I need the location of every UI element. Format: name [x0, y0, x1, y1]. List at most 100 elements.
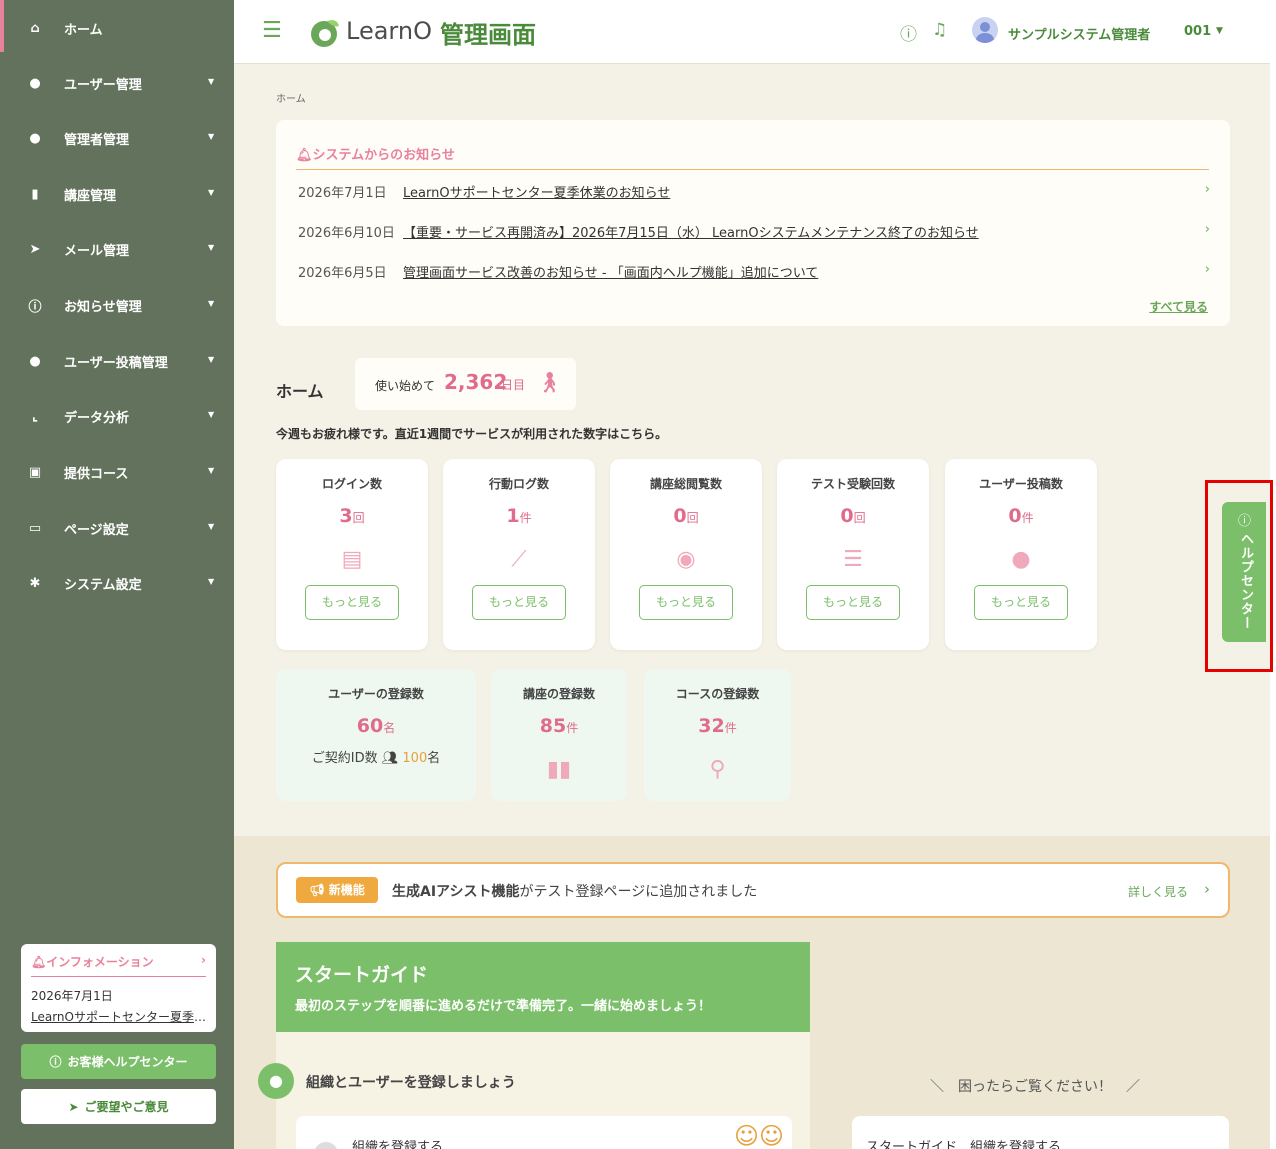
sidebar-item-5[interactable]: ⓘ お知らせ管理 ▼	[0, 277, 234, 333]
admin-icon: ●	[29, 130, 41, 146]
registration-card: ユーザーの登録数 60名 ご契約ID数 👥︎ 100名	[276, 669, 476, 801]
sidebar-item-9[interactable]: ▭ ページ設定 ▼	[0, 500, 234, 556]
send-icon: ➤	[68, 1099, 79, 1114]
registration-number: 32	[698, 715, 725, 737]
sidebar-item-label: ユーザー管理	[64, 77, 142, 93]
stat-number: 1	[506, 505, 520, 527]
stat-card: テスト受験回数 0回 ☰ もっと見る	[777, 459, 929, 650]
stat-card: 行動ログ数 1件 ⟋ もっと見る	[443, 459, 595, 650]
megaphone-icon: 📢︎	[309, 883, 325, 897]
sidebar-item-label: 管理者管理	[64, 132, 130, 148]
bell-icon: 🔔︎	[31, 955, 47, 969]
week-note: 今週もお疲れ様です。直近1週間でサービスが利用された数字はこちら。	[276, 427, 668, 441]
sidebar-item-label: ユーザー投稿管理	[64, 355, 168, 371]
details-link[interactable]: 詳しく見る	[1128, 883, 1188, 900]
sidebar-item-2[interactable]: ● 管理者管理 ▼	[0, 110, 234, 166]
stat-label: ユーザー投稿数	[979, 477, 1063, 491]
chevron-right-icon[interactable]: ›	[201, 953, 206, 970]
caret-down-icon[interactable]: ▼	[1216, 26, 1223, 36]
info-card[interactable]: 🔔︎インフォメーション › 2026年7月1日 LearnOサポートセンター夏季…	[21, 944, 216, 1032]
user-number[interactable]: 001	[1184, 24, 1211, 39]
days-label: 使い始めて	[375, 379, 436, 393]
menu-icon[interactable]: ☰	[262, 18, 282, 43]
bell-icon[interactable]: ♫	[932, 20, 947, 40]
bell-icon: 🔔︎	[296, 148, 313, 163]
chevron-right-icon[interactable]: ›	[1204, 880, 1210, 898]
question-icon: ⓘ	[49, 1055, 62, 1069]
stat-value: 0回	[777, 505, 929, 527]
trouble-card[interactable]: スタートガイド 組織を登録する	[852, 1116, 1229, 1149]
chevron-right-icon[interactable]: ›	[1205, 222, 1210, 237]
step-status-icon	[314, 1142, 338, 1149]
sidebar-item-label: ページ設定	[64, 522, 129, 538]
step-card[interactable]: 組織を登録する ☺☺	[296, 1116, 792, 1149]
caret-down-icon: ▼	[208, 132, 215, 141]
chevron-right-icon[interactable]: ›	[1205, 262, 1210, 277]
notice-row[interactable]: 2026年6月10日 【重要・サービス再開済み】2026年7月15日（水） Lea…	[298, 222, 1210, 241]
notice-date: 2026年6月10日	[298, 226, 395, 241]
caret-down-icon: ▼	[208, 299, 215, 308]
more-button[interactable]: もっと見る	[639, 585, 733, 620]
avatar[interactable]	[972, 17, 998, 43]
more-button[interactable]: もっと見る	[305, 585, 399, 620]
sidebar-item-8[interactable]: ▣ 提供コース ▼	[0, 444, 234, 500]
new-feature-banner[interactable]: 📢︎ 新機能 生成AIアシスト機能がテスト登録ページに追加されました 詳しく見る…	[276, 862, 1230, 918]
sidebar-item-0[interactable]: ⌂ ホーム	[0, 0, 234, 56]
see-all-link[interactable]: すべて見る	[1149, 298, 1208, 315]
user-icon: ●	[258, 1063, 294, 1099]
notice-row[interactable]: 2026年7月1日 LearnOサポートセンター夏季休業のお知らせ ›	[298, 182, 1210, 201]
start-guide-subtitle: 最初のステップを順番に進めるだけで準備完了。一緒に始めましょう！	[295, 999, 712, 1014]
new-feature-bold: 生成AIアシスト機能	[392, 884, 520, 900]
registration-value: 32件	[644, 715, 791, 737]
gift-icon: ▣	[28, 464, 42, 480]
contract-value: 100	[402, 751, 428, 766]
more-button[interactable]: もっと見る	[974, 585, 1068, 620]
sidebar-item-6[interactable]: ● ユーザー投稿管理 ▼	[0, 333, 234, 389]
contract-label: ご契約ID数	[311, 751, 378, 766]
sidebar-item-7[interactable]: ⌞ データ分析 ▼	[0, 388, 234, 444]
stat-label: 講座総閲覧数	[649, 477, 722, 491]
logo-text: LearnO	[346, 17, 432, 45]
help-center-button[interactable]: ⓘ お客様ヘルプセンター	[21, 1044, 216, 1079]
notice-panel: 🔔︎システムからのお知らせ 2026年7月1日 LearnOサポートセンター夏季休…	[276, 120, 1230, 326]
book-open-icon: ▮▮	[546, 757, 572, 782]
sidebar-item-10[interactable]: ✱ システム設定 ▼	[0, 555, 234, 611]
info-card-link[interactable]: LearnOサポートセンター夏季休業のお知らせ	[31, 1008, 206, 1025]
registration-value: 60名	[276, 715, 476, 737]
notice-link[interactable]: LearnOサポートセンター夏季休業のお知らせ	[403, 182, 670, 201]
sidebar-item-3[interactable]: ▮ 講座管理 ▼	[0, 166, 234, 222]
trouble-title: 困ったらご覧ください！	[958, 1079, 1112, 1095]
registration-unit: 件	[724, 721, 737, 735]
chevron-right-icon[interactable]: ›	[1205, 182, 1210, 197]
route-icon: ⚲	[709, 757, 726, 782]
monitor-icon: ▭	[28, 520, 42, 536]
days-counter: 使い始めて 2,362 日目 🚶︎	[355, 358, 576, 410]
user-name[interactable]: サンプルシステム管理者	[1008, 24, 1150, 43]
sidebar-item-1[interactable]: ● ユーザー管理 ▼	[0, 55, 234, 111]
sidebar-item-label: お知らせ管理	[64, 299, 142, 315]
notice-link[interactable]: 管理画面サービス改善のお知らせ - 「画面内ヘルプ機能」追加について	[403, 262, 818, 281]
caret-down-icon: ▼	[208, 355, 215, 364]
caret-down-icon: ▼	[208, 188, 215, 197]
breadcrumb[interactable]: ホーム	[276, 90, 306, 105]
new-feature-rest: がテスト登録ページに追加されました	[519, 884, 758, 900]
notice-link[interactable]: 【重要・サービス再開済み】2026年7月15日（水） LearnOシステムメンテ…	[403, 222, 979, 241]
users-icon: 👥︎	[381, 751, 399, 766]
notice-date: 2026年6月5日	[298, 266, 387, 281]
more-button[interactable]: もっと見る	[472, 585, 566, 620]
stat-unit: 件	[1021, 511, 1034, 525]
caret-down-icon: ▼	[208, 77, 215, 86]
gear-icon: ✱	[29, 575, 41, 591]
help-icon[interactable]: ⓘ	[900, 20, 917, 45]
stat-unit: 回	[686, 511, 699, 525]
days-unit: 日目	[501, 378, 526, 392]
sidebar-item-4[interactable]: ➤ メール管理 ▼	[0, 221, 234, 277]
feedback-button[interactable]: ➤ ご要望やご意見	[21, 1089, 216, 1124]
stat-number: 3	[339, 505, 353, 527]
user-icon: ●	[29, 75, 41, 91]
caret-down-icon: ▼	[208, 522, 215, 531]
eye-icon: ◉	[676, 547, 696, 572]
registration-label: 講座の登録数	[522, 687, 595, 701]
more-button[interactable]: もっと見る	[806, 585, 900, 620]
notice-row[interactable]: 2026年6月5日 管理画面サービス改善のお知らせ - 「画面内ヘルプ機能」追加に…	[298, 262, 1210, 281]
